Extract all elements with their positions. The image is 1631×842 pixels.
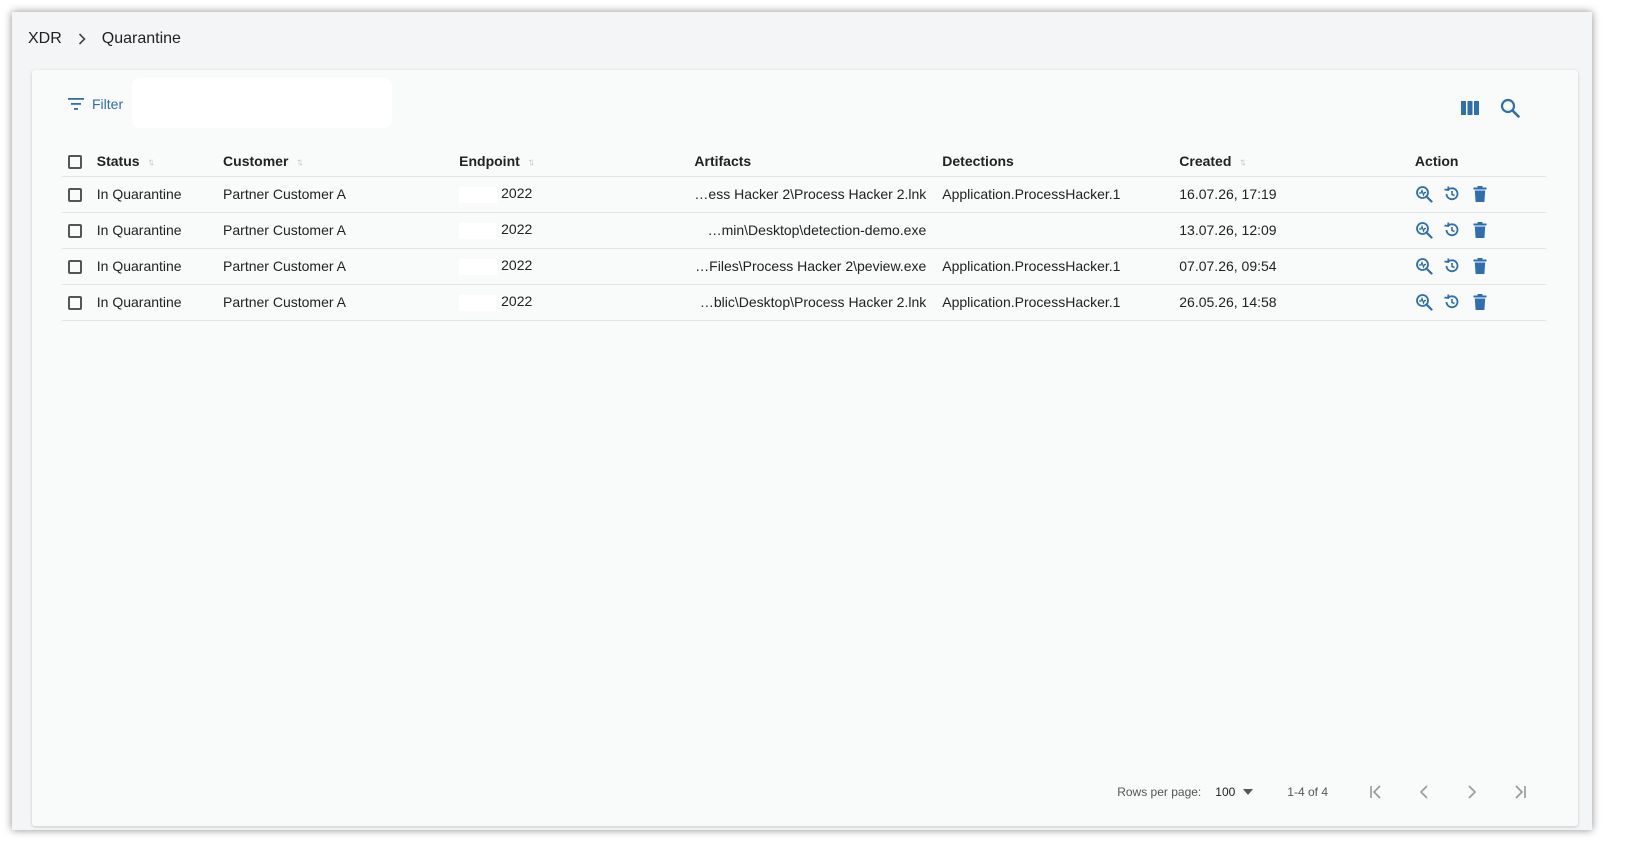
endpoint-cell: 2022 [459, 284, 695, 321]
created-cell: 16.07.26, 17:19 [1179, 176, 1415, 213]
pagination: Rows per page: 100 1-4 of 4 [1117, 780, 1544, 804]
table-row[interactable]: In Quarantine Partner Customer A 2022 …b… [62, 284, 1546, 321]
customer-cell: Partner Customer A [223, 176, 460, 213]
sort-icon[interactable]: ↑↓ [528, 157, 535, 168]
restore-icon[interactable] [1443, 293, 1461, 311]
delete-icon[interactable] [1471, 257, 1489, 275]
quarantine-card: Filter Status ↑↓ Customer ↑↓ Endpoint ↑↓… [32, 70, 1578, 826]
customer-cell: Partner Customer A [223, 248, 460, 285]
row-checkbox[interactable] [68, 188, 82, 203]
delete-icon[interactable] [1471, 185, 1489, 203]
table-header-row: Status ↑↓ Customer ↑↓ Endpoint ↑↓ Artifacts… [62, 146, 1546, 177]
search-icon[interactable] [1498, 96, 1522, 120]
column-header-artifacts: Artifacts [694, 146, 943, 177]
select-all-checkbox[interactable] [68, 154, 82, 169]
table-row[interactable]: In Quarantine Partner Customer A 2022 …m… [62, 212, 1546, 249]
detection-cell: Application.ProcessHacker.1 [942, 284, 1180, 321]
created-cell: 26.05.26, 14:58 [1179, 284, 1415, 321]
endpoint-cell: 2022 [459, 248, 695, 285]
column-header-action: Action [1414, 146, 1546, 177]
delete-icon[interactable] [1471, 293, 1489, 311]
sort-icon[interactable]: ↑↓ [1239, 157, 1246, 168]
analyze-icon[interactable] [1415, 293, 1433, 311]
filter-button[interactable]: Filter [68, 96, 123, 112]
analyze-icon[interactable] [1415, 185, 1433, 203]
restore-icon[interactable] [1443, 185, 1461, 203]
status-cell: In Quarantine [96, 212, 224, 249]
redacted-block [459, 258, 498, 275]
first-page-icon[interactable] [1352, 780, 1400, 804]
sort-icon[interactable]: ↑↓ [148, 157, 155, 168]
page-range: 1-4 of 4 [1287, 785, 1328, 799]
redacted-block [459, 186, 498, 203]
filter-label: Filter [92, 96, 124, 112]
detection-cell: Application.ProcessHacker.1 [942, 248, 1180, 285]
endpoint-cell: 2022 [459, 176, 695, 213]
sort-icon[interactable]: ↑↓ [296, 157, 303, 168]
caret-down-icon [1243, 789, 1254, 795]
quarantine-table: Status ↑↓ Customer ↑↓ Endpoint ↑↓ Artifacts… [62, 146, 1546, 321]
analyze-icon[interactable] [1415, 257, 1433, 275]
column-header-created[interactable]: Created ↑↓ [1179, 146, 1415, 177]
filter-input[interactable] [132, 78, 392, 128]
status-cell: In Quarantine [96, 284, 224, 321]
rows-per-page-label: Rows per page: [1117, 785, 1202, 799]
status-cell: In Quarantine [96, 248, 224, 285]
column-header-customer[interactable]: Customer ↑↓ [223, 146, 460, 177]
row-checkbox[interactable] [68, 296, 82, 311]
created-cell: 13.07.26, 12:09 [1179, 212, 1415, 249]
breadcrumb-root[interactable]: XDR [28, 30, 62, 48]
restore-icon[interactable] [1443, 221, 1461, 239]
app-window: XDR Quarantine Filter Status ↑↓ Customer… [12, 12, 1592, 830]
table-row[interactable]: In Quarantine Partner Customer A 2022 …F… [62, 248, 1546, 285]
column-header-endpoint[interactable]: Endpoint ↑↓ [459, 146, 695, 177]
toolbar: Filter [32, 70, 1578, 140]
endpoint-cell: 2022 [459, 212, 695, 249]
detection-cell [942, 212, 1180, 249]
next-page-icon[interactable] [1448, 780, 1496, 804]
redacted-block [459, 294, 498, 311]
artifact-cell: …ess Hacker 2\Process Hacker 2.lnk [694, 176, 943, 213]
table-row[interactable]: In Quarantine Partner Customer A 2022 …e… [62, 176, 1546, 213]
previous-page-icon[interactable] [1400, 780, 1448, 804]
last-page-icon[interactable] [1496, 780, 1544, 804]
redacted-block [459, 222, 498, 239]
created-cell: 07.07.26, 09:54 [1179, 248, 1415, 285]
column-header-detections: Detections [942, 146, 1180, 177]
breadcrumb-current: Quarantine [101, 30, 181, 47]
delete-icon[interactable] [1471, 221, 1489, 239]
row-checkbox[interactable] [68, 260, 82, 275]
column-header-status[interactable]: Status ↑↓ [96, 146, 224, 177]
row-checkbox[interactable] [68, 224, 82, 239]
artifact-cell: …Files\Process Hacker 2\peview.exe [694, 248, 943, 285]
view-columns-icon[interactable] [1458, 96, 1482, 120]
filter-icon [68, 98, 84, 110]
artifact-cell: …min\Desktop\detection-demo.exe [694, 212, 943, 249]
detection-cell: Application.ProcessHacker.1 [942, 176, 1180, 213]
rows-per-page-select[interactable]: 100 [1215, 785, 1254, 799]
restore-icon[interactable] [1443, 257, 1461, 275]
customer-cell: Partner Customer A [223, 284, 460, 321]
analyze-icon[interactable] [1415, 221, 1433, 239]
customer-cell: Partner Customer A [223, 212, 460, 249]
breadcrumb: XDR Quarantine [28, 30, 181, 48]
artifact-cell: …blic\Desktop\Process Hacker 2.lnk [694, 284, 943, 321]
chevron-right-icon [76, 33, 88, 45]
status-cell: In Quarantine [96, 176, 224, 213]
